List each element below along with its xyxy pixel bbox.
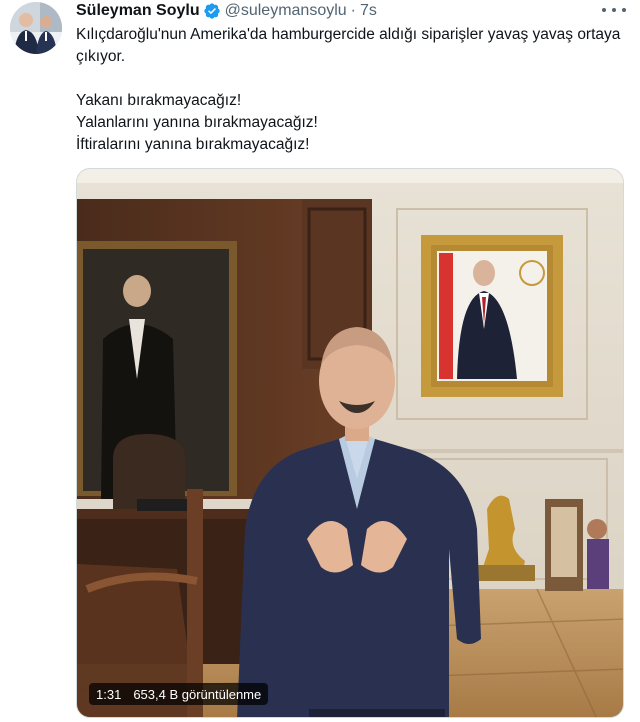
view-count: 653,4 B görüntülenme <box>133 686 262 702</box>
tweet-line: Yalanlarını yanına bırakmayacağız! <box>76 114 318 131</box>
video-frame <box>77 169 623 717</box>
avatar[interactable] <box>10 2 62 54</box>
display-name[interactable]: Süleyman Soylu <box>76 2 200 20</box>
video-overlay: 1:31 653,4 B görüntülenme <box>89 683 269 705</box>
tweet-header: Süleyman Soylu @suleymansoylu · 7s <box>76 0 377 22</box>
tweet[interactable]: Süleyman Soylu @suleymansoylu · 7s Kılıç… <box>0 0 640 722</box>
more-options-icon[interactable] <box>602 2 626 18</box>
tweet-line: Kılıçdaroğlu'nun Amerika'da hamburgercid… <box>76 26 621 65</box>
tweet-line: Yakanı bırakmayacağız! <box>76 92 242 109</box>
tweet-line: İftiralarını yanına bırakmayacağız! <box>76 136 310 153</box>
video-player[interactable]: 1:31 653,4 B görüntülenme <box>76 168 624 718</box>
separator-dot: · <box>350 2 356 19</box>
video-duration: 1:31 <box>96 686 122 702</box>
handle[interactable]: @suleymansoylu <box>225 2 347 20</box>
tweet-text: Kılıçdaroğlu'nun Amerika'da hamburgercid… <box>76 24 626 156</box>
verified-badge-icon <box>203 2 221 20</box>
timestamp[interactable]: 7s <box>360 2 377 20</box>
avatar-image <box>10 2 62 54</box>
